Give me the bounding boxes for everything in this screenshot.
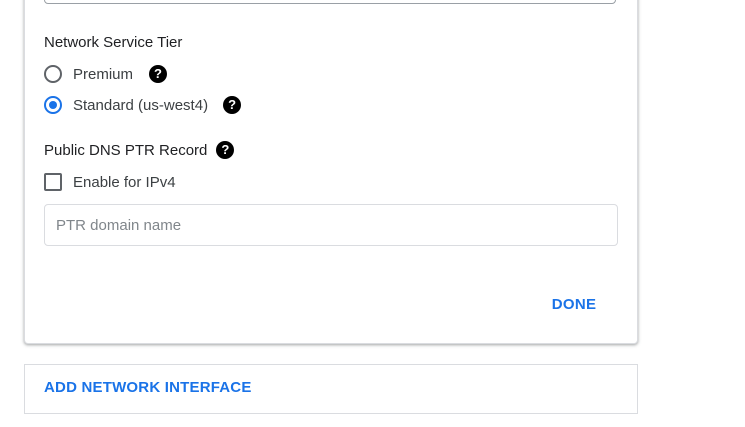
add-network-interface-button[interactable]: ADD NETWORK INTERFACE <box>44 379 252 396</box>
ptr-domain-name-input[interactable] <box>44 204 618 246</box>
standard-label: Standard (us-west4) <box>73 96 209 114</box>
premium-label: Premium <box>73 65 134 83</box>
standard-option[interactable]: Standard (us-west4) ? <box>44 95 242 115</box>
enable-ipv4-option[interactable]: Enable for IPv4 <box>44 172 176 192</box>
standard-help-icon[interactable]: ? <box>223 96 242 114</box>
enable-ipv4-label: Enable for IPv4 <box>73 173 176 191</box>
done-button[interactable]: DONE <box>541 290 607 318</box>
standard-radio[interactable] <box>44 96 62 114</box>
previous-field-bottom[interactable] <box>44 0 616 4</box>
ptr-record-title: Public DNS PTR Record <box>44 141 208 159</box>
premium-radio[interactable] <box>44 65 62 83</box>
enable-ipv4-checkbox[interactable] <box>44 173 62 191</box>
network-service-tier-title: Network Service Tier <box>44 33 183 51</box>
premium-option[interactable]: Premium ? <box>44 64 168 84</box>
network-service-tier-heading: Network Service Tier <box>44 32 182 52</box>
ptr-record-heading: Public DNS PTR Record ? <box>44 140 235 160</box>
ptr-record-help-icon[interactable]: ? <box>216 141 235 159</box>
premium-help-icon[interactable]: ? <box>149 65 168 83</box>
